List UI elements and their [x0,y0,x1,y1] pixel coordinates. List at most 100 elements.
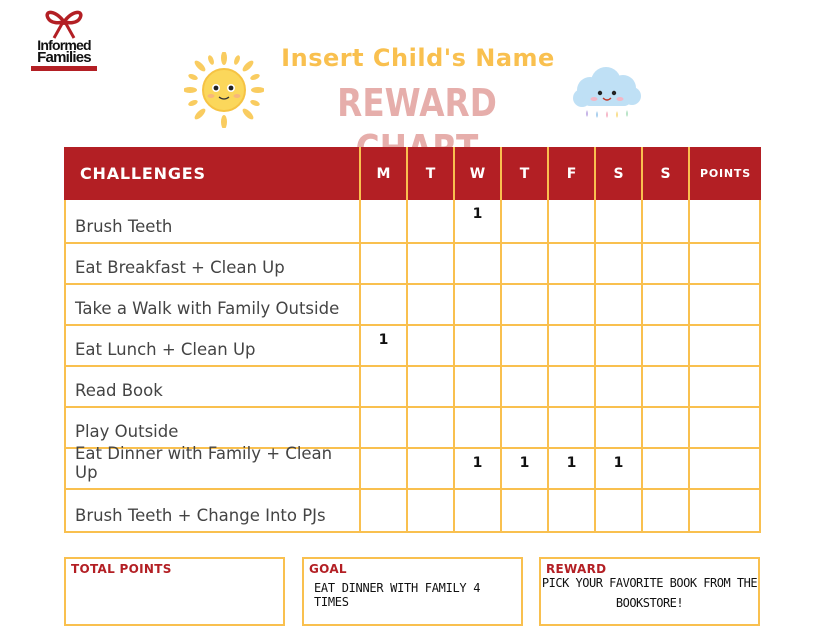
day-cell-friday[interactable]: 1 [547,449,594,488]
day-cell-tuesday[interactable] [406,244,453,283]
table-row: Eat Lunch + Clean Up 1 [64,326,761,367]
day-cell-thursday[interactable]: 1 [500,449,547,488]
day-cell-wednesday[interactable] [453,490,500,531]
table-row: Eat Breakfast + Clean Up [64,244,761,285]
column-header-wednesday: W [453,147,500,200]
day-cell-tuesday[interactable] [406,490,453,531]
table-row: Play Outside [64,408,761,449]
day-cell-wednesday[interactable] [453,285,500,324]
child-name: Insert Child's Name [281,44,555,72]
day-cell-wednesday[interactable]: 1 [453,200,500,242]
tally-mark: 1 [613,455,624,471]
day-cell-friday[interactable] [547,285,594,324]
day-cell-friday[interactable] [547,200,594,242]
day-cell-wednesday[interactable] [453,367,500,406]
column-header-saturday: S [594,147,641,200]
reward-value-line1: PICK YOUR FAVORITE BOOK FROM THE [541,576,758,590]
column-header-friday: F [547,147,594,200]
day-cell-thursday[interactable] [500,367,547,406]
day-cell-monday[interactable] [359,408,406,447]
day-cell-monday[interactable] [359,244,406,283]
goal-box[interactable]: GOAL EAT DINNER WITH FAMILY 4 TIMES [302,557,523,626]
day-cell-thursday[interactable] [500,244,547,283]
day-cell-thursday[interactable] [500,285,547,324]
day-cell-friday[interactable] [547,367,594,406]
day-cell-wednesday[interactable] [453,244,500,283]
day-cell-friday[interactable] [547,408,594,447]
day-cell-thursday[interactable] [500,408,547,447]
day-cell-wednesday[interactable]: 1 [453,449,500,488]
day-cell-monday[interactable] [359,367,406,406]
day-cell-sunday[interactable] [641,244,688,283]
total-points-box[interactable]: TOTAL POINTS [64,557,285,626]
day-cell-monday[interactable] [359,490,406,531]
column-header-sunday: S [641,147,688,200]
table-row: Read Book [64,367,761,408]
day-cell-monday[interactable]: 1 [359,326,406,365]
day-cell-saturday[interactable] [594,326,641,365]
challenge-name: Brush Teeth [64,200,359,242]
points-cell[interactable] [688,449,761,488]
table-row: Brush Teeth 1 [64,200,761,244]
informed-families-logo: Informed Families [28,8,100,72]
day-cell-tuesday[interactable] [406,449,453,488]
reward-box[interactable]: REWARD PICK YOUR FAVORITE BOOK FROM THE … [539,557,760,626]
points-cell[interactable] [688,200,761,242]
points-cell[interactable] [688,408,761,447]
points-cell[interactable] [688,367,761,406]
day-cell-saturday[interactable] [594,408,641,447]
challenge-name: Read Book [64,367,359,406]
tally-mark: 1 [378,332,389,348]
points-cell[interactable] [688,490,761,531]
day-cell-thursday[interactable] [500,326,547,365]
sun-icon [184,52,264,128]
day-cell-sunday[interactable] [641,326,688,365]
day-cell-saturday[interactable] [594,244,641,283]
day-cell-tuesday[interactable] [406,200,453,242]
day-cell-sunday[interactable] [641,200,688,242]
tally-mark: 1 [472,455,483,471]
day-cell-tuesday[interactable] [406,285,453,324]
column-header-tuesday: T [406,147,453,200]
ribbon-bow-icon [45,10,83,39]
day-cell-tuesday[interactable] [406,367,453,406]
day-cell-monday[interactable] [359,200,406,242]
day-cell-thursday[interactable] [500,200,547,242]
column-header-challenges: CHALLENGES [80,164,206,183]
total-points-label: TOTAL POINTS [71,562,172,576]
day-cell-saturday[interactable] [594,200,641,242]
day-cell-monday[interactable] [359,449,406,488]
column-header-points: POINTS [688,147,761,200]
day-cell-wednesday[interactable] [453,408,500,447]
points-cell[interactable] [688,244,761,283]
day-cell-saturday[interactable] [594,490,641,531]
day-cell-sunday[interactable] [641,408,688,447]
tally-mark: 1 [472,206,483,222]
day-cell-sunday[interactable] [641,449,688,488]
day-cell-saturday[interactable]: 1 [594,449,641,488]
day-cell-friday[interactable] [547,490,594,531]
day-cell-tuesday[interactable] [406,326,453,365]
points-cell[interactable] [688,326,761,365]
column-header-thursday: T [500,147,547,200]
day-cell-monday[interactable] [359,285,406,324]
day-cell-sunday[interactable] [641,490,688,531]
day-cell-sunday[interactable] [641,285,688,324]
day-cell-sunday[interactable] [641,367,688,406]
challenge-name: Eat Dinner with Family + Clean Up [64,444,359,488]
cloud-icon [573,67,641,118]
day-cell-thursday[interactable] [500,490,547,531]
day-cell-friday[interactable] [547,326,594,365]
day-cell-saturday[interactable] [594,367,641,406]
day-cell-saturday[interactable] [594,285,641,324]
table-header: CHALLENGES M T W T F S S POINTS [64,147,761,200]
table-row: Take a Walk with Family Outside [64,285,761,326]
tally-mark: 1 [519,455,530,471]
day-cell-wednesday[interactable] [453,326,500,365]
challenge-name: Eat Breakfast + Clean Up [64,244,359,283]
challenge-name: Eat Lunch + Clean Up [64,326,359,365]
day-cell-tuesday[interactable] [406,408,453,447]
day-cell-friday[interactable] [547,244,594,283]
points-cell[interactable] [688,285,761,324]
table-row: Brush Teeth + Change Into PJs [64,490,761,533]
